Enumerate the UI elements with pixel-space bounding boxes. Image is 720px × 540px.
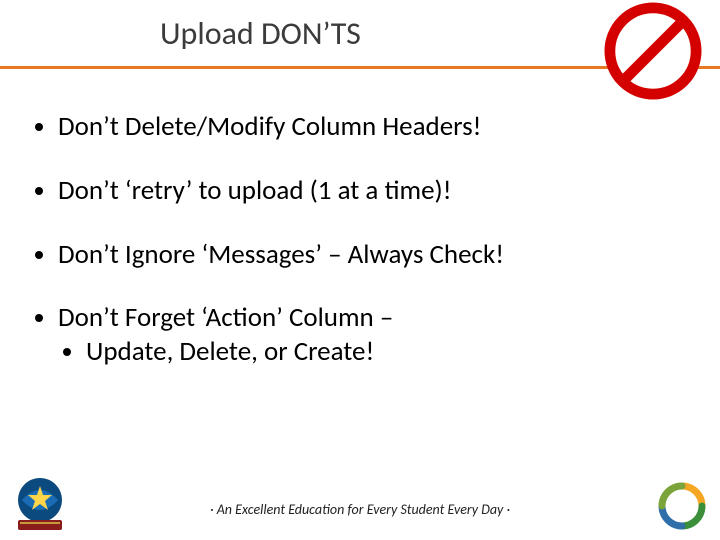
content-area: Don’t Delete/Modify Column Headers! Don’…: [0, 110, 720, 399]
bullet-item: Don’t Ignore ‘Messages’ – Always Check!: [58, 238, 690, 272]
bullet-item: Don’t Forget ‘Action’ Column – Update, D…: [58, 301, 690, 369]
bullet-text: Update, Delete, or Create!: [86, 335, 374, 368]
footer-tagline: · An Excellent Education for Every Stude…: [0, 501, 720, 518]
prohibit-icon: [604, 2, 702, 100]
sub-bullet-item: Update, Delete, or Create!: [86, 335, 690, 369]
bullet-item: Don’t ‘retry’ to upload (1 at a time)!: [58, 174, 690, 208]
bullet-item: Don’t Delete/Modify Column Headers!: [58, 110, 690, 144]
bullet-text: Don’t Delete/Modify Column Headers!: [58, 110, 481, 143]
bullet-text: Don’t Ignore ‘Messages’ – Always Check!: [58, 238, 504, 271]
bullet-text: Don’t Forget ‘Action’ Column –: [58, 301, 393, 334]
bullet-text: Don’t ‘retry’ to upload (1 at a time)!: [58, 174, 452, 207]
slide-title: Upload DON’TS: [160, 14, 361, 53]
